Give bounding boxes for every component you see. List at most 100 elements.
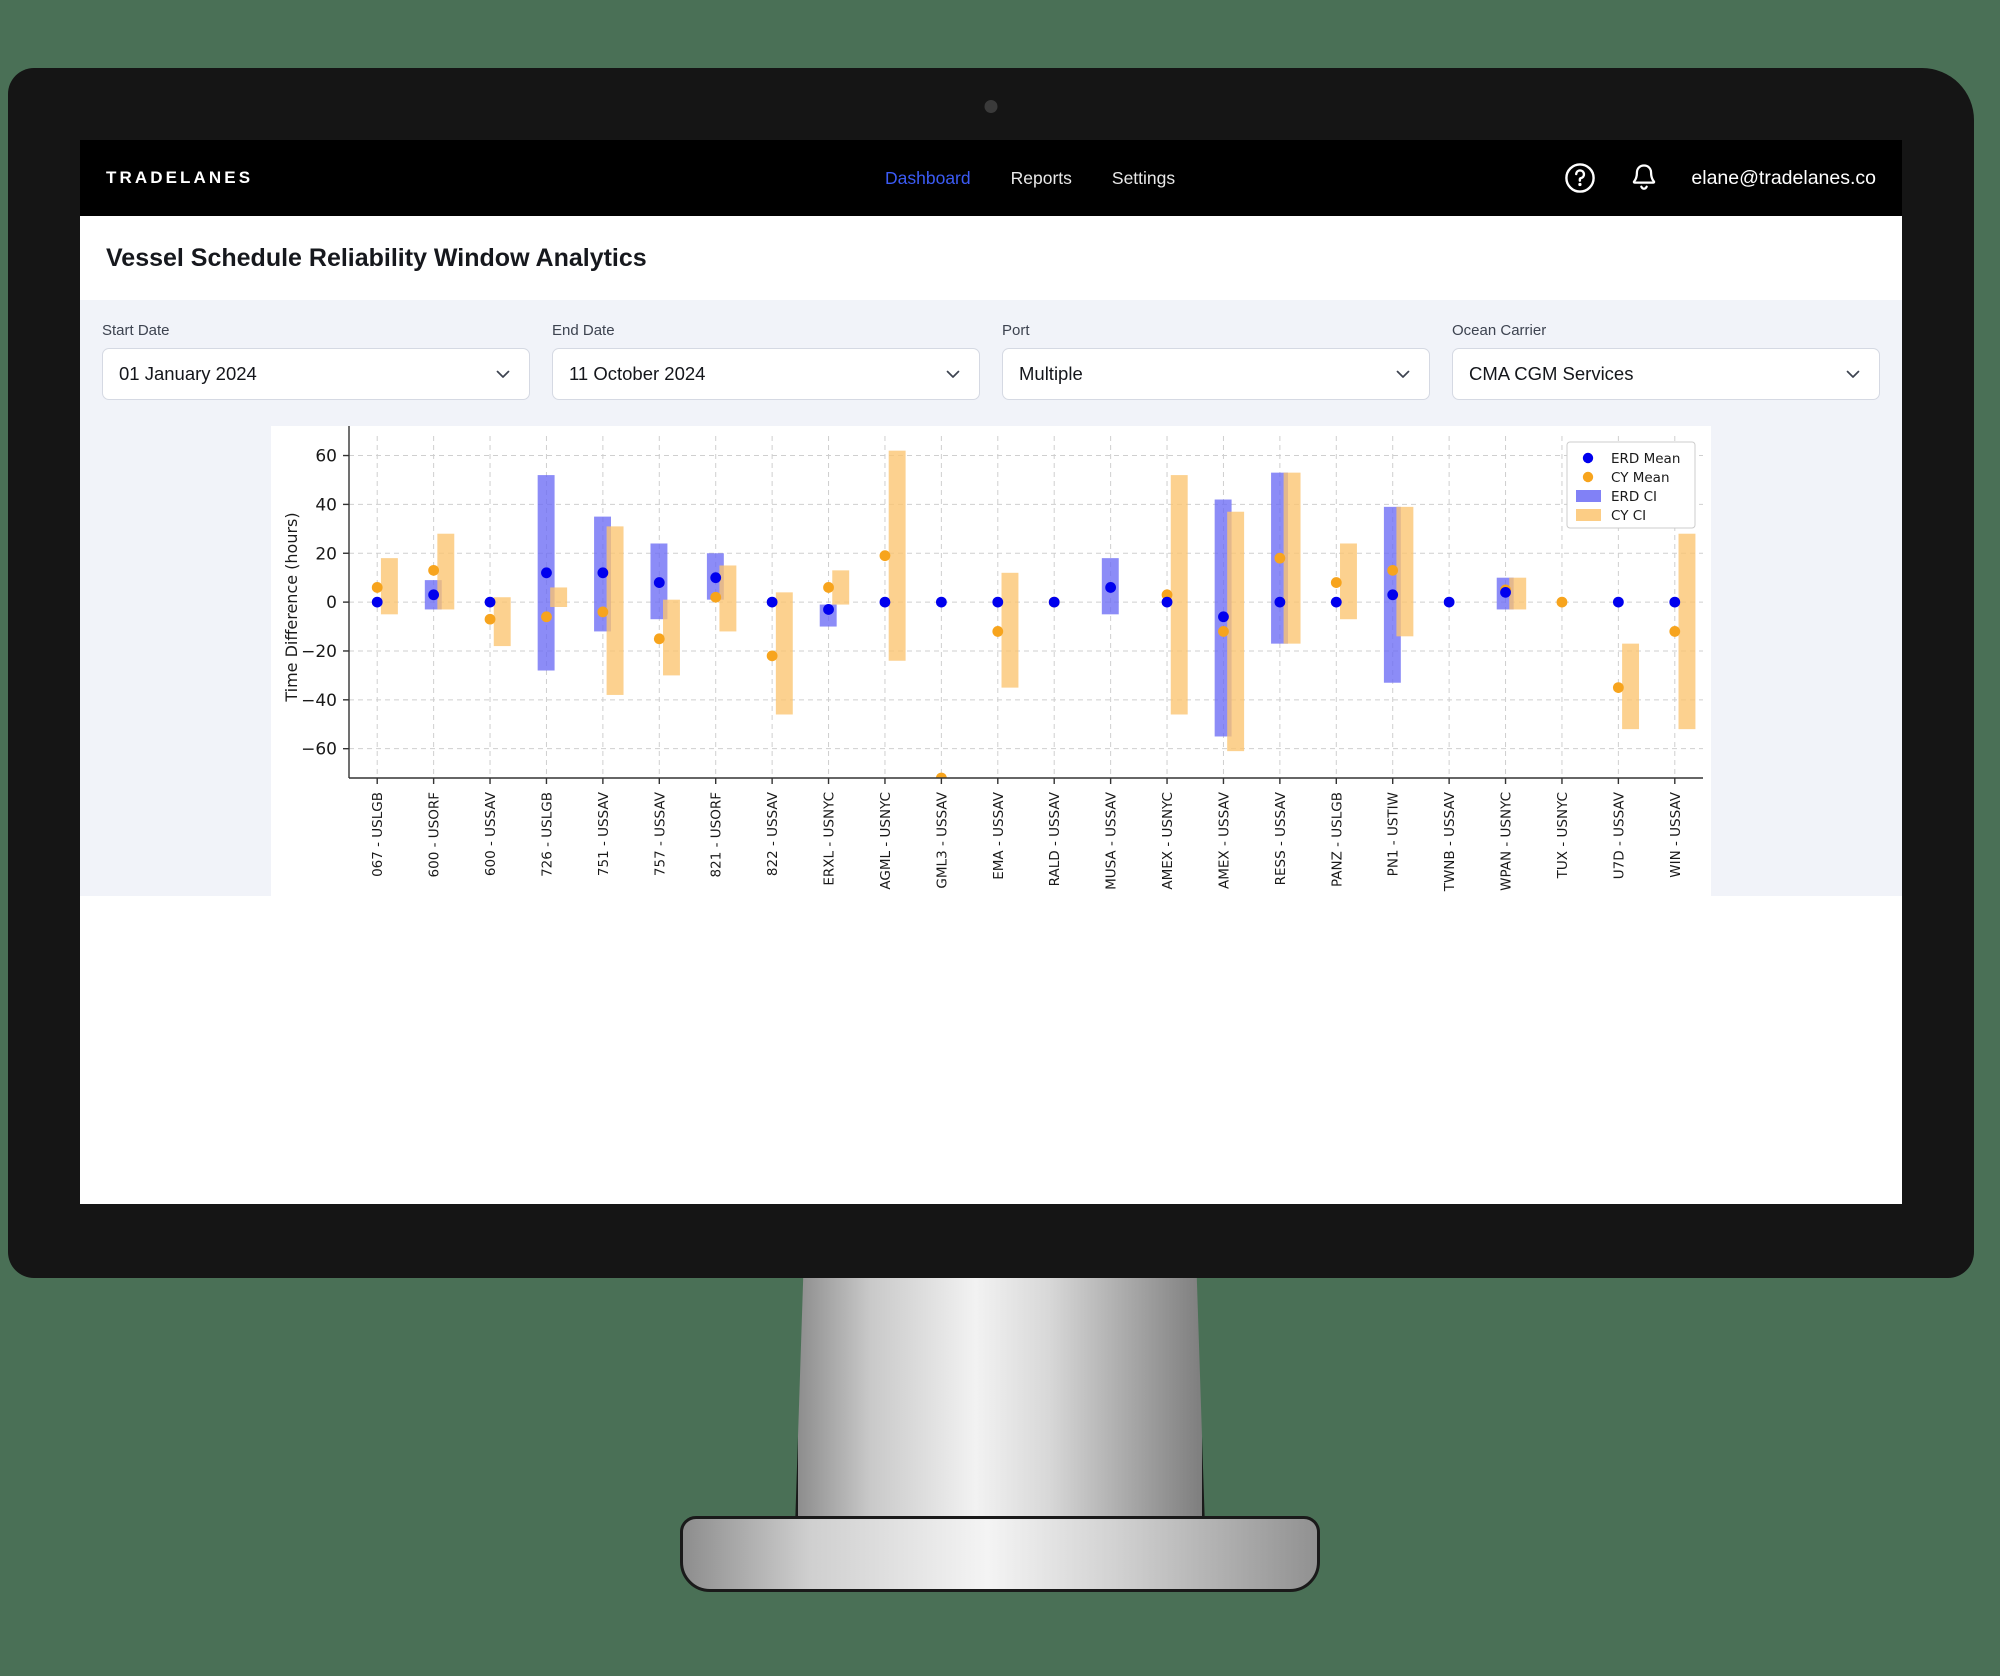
ocean-carrier-select[interactable]: CMA CGM Services (1452, 348, 1880, 400)
legend-marker (1582, 452, 1594, 464)
ci-bar (1396, 506, 1414, 637)
filter-label: Ocean Carrier (1452, 322, 1547, 339)
cy-mean-point (371, 582, 383, 593)
x-axis-tick: AGML - USNYC (878, 792, 894, 890)
x-axis-tick: RESS - USSAV (1273, 791, 1289, 885)
erd-mean-point (1274, 596, 1286, 608)
port-select[interactable]: Multiple (1002, 348, 1430, 400)
start-date-select[interactable]: 01 January 2024 (102, 348, 530, 400)
cy-mean-point (879, 550, 891, 562)
ci-bar (437, 533, 455, 610)
x-axis-tick: RALD - USSAV (1047, 791, 1063, 886)
x-axis-tick: 600 - USSAV (483, 791, 499, 876)
header-actions: elane@tradelanes.co (1563, 161, 1876, 195)
y-axis-tick: 40 (315, 495, 337, 515)
erd-mean-point (428, 589, 440, 601)
ci-bar (832, 570, 850, 605)
cy-mean-point (653, 633, 665, 645)
end-date-select[interactable]: 11 October 2024 (552, 348, 980, 400)
erd-mean-point (653, 577, 665, 588)
filter-start-date: Start Date 01 January 2024 (102, 322, 530, 400)
cy-mean-point (766, 650, 778, 662)
cy-mean-point (1669, 626, 1681, 637)
end-date-value: 11 October 2024 (569, 363, 706, 384)
user-email[interactable]: elane@tradelanes.co (1691, 167, 1876, 190)
monitor-base (680, 1516, 1320, 1592)
erd-mean-point (1105, 582, 1117, 593)
chart-legend: ERD Mean CY Mean ERD CI CY CI (1566, 441, 1696, 529)
nav-link-settings[interactable]: Settings (1112, 168, 1175, 189)
erd-mean-point (823, 604, 834, 615)
cy-mean-point (710, 591, 722, 603)
ci-bar (1227, 511, 1245, 752)
ci-bar (1340, 543, 1357, 620)
ci-bar (1622, 643, 1640, 730)
ci-bar (663, 599, 680, 676)
chevron-down-icon (1396, 370, 1410, 378)
y-axis-tick: −20 (301, 642, 337, 662)
erd-mean-point (597, 567, 609, 579)
chevron-down-icon (1846, 370, 1860, 378)
erd-mean-point (1161, 596, 1173, 608)
cy-mean-point (1556, 596, 1568, 608)
ci-bar (719, 565, 737, 632)
legend-label: ERD CI (1611, 489, 1657, 505)
monitor-frame: TRADELANES Dashboard Reports Settings el… (8, 68, 1974, 1278)
x-axis-tick: 067 - USLGB (370, 792, 386, 877)
cy-mean-point (1330, 577, 1342, 588)
x-axis-tick: AMEX - USNYC (1160, 792, 1176, 890)
x-axis-tick: 726 - USLGB (539, 792, 555, 877)
cy-mean-point (1387, 564, 1399, 576)
y-axis-title: Time Difference (hours) (282, 512, 301, 702)
erd-mean-point (1048, 596, 1060, 608)
cy-mean-point (992, 626, 1004, 637)
filter-bar: Start Date 01 January 2024 End Date 11 O… (80, 300, 1902, 426)
legend-marker (1576, 509, 1601, 521)
erd-mean-point (1330, 596, 1342, 608)
port-value: Multiple (1019, 363, 1083, 384)
title-bar: Vessel Schedule Reliability Window Analy… (80, 216, 1902, 300)
help-circle-icon[interactable] (1563, 161, 1597, 195)
ci-bar (775, 592, 793, 715)
erd-mean-point (1443, 596, 1455, 608)
x-axis-tick: TWNB - USSAV (1442, 791, 1458, 892)
cy-mean-point (823, 582, 834, 593)
x-axis-tick: ERXL - USNYC (822, 792, 838, 886)
ci-bar (1170, 475, 1188, 715)
x-axis-tick: 600 - USORF (427, 792, 443, 877)
cy-mean-point (1612, 682, 1624, 694)
ci-bar (380, 558, 398, 615)
x-axis-tick: 821 - USORF (709, 792, 725, 877)
erd-mean-point (1387, 589, 1399, 601)
x-axis-tick: WPAN - USNYC (1499, 792, 1515, 891)
cy-mean-point (484, 613, 496, 625)
ci-bar (1678, 533, 1696, 730)
x-axis-tick: MUSA - USSAV (1104, 791, 1120, 890)
ci-bar (1509, 577, 1527, 610)
ci-bar (606, 526, 624, 695)
nav-link-dashboard[interactable]: Dashboard (885, 168, 971, 189)
erd-mean-point (1500, 586, 1511, 598)
brand-logo: TRADELANES (106, 168, 254, 187)
ci-bar (550, 587, 568, 607)
x-axis-tick: WIN - USSAV (1668, 791, 1684, 878)
x-axis-tick: U7D - USSAV (1611, 791, 1627, 879)
app-header: TRADELANES Dashboard Reports Settings el… (80, 140, 1902, 216)
filter-label: Start Date (102, 322, 170, 339)
screen-viewport: TRADELANES Dashboard Reports Settings el… (80, 140, 1902, 1204)
legend-marker (1576, 490, 1601, 502)
main-nav: Dashboard Reports Settings (885, 168, 1175, 189)
x-axis-tick: TUX - USNYC (1555, 792, 1571, 879)
x-axis-tick: EMA - USSAV (991, 791, 1007, 880)
legend-label: ERD Mean (1611, 451, 1680, 467)
erd-mean-point (484, 596, 496, 608)
erd-mean-point (371, 596, 383, 608)
bell-icon[interactable] (1627, 161, 1661, 195)
erd-mean-point (766, 596, 778, 608)
vessel-reliability-chart: −60 −40 −20 0 20 40 60 067 - USLGB 600 - USORF 60… (271, 426, 1711, 896)
cy-mean-point (541, 611, 552, 623)
ocean-carrier-value: CMA CGM Services (1469, 363, 1634, 384)
nav-link-reports[interactable]: Reports (1011, 168, 1072, 189)
erd-mean-point (1612, 596, 1624, 608)
y-axis-tick: 0 (326, 593, 337, 613)
